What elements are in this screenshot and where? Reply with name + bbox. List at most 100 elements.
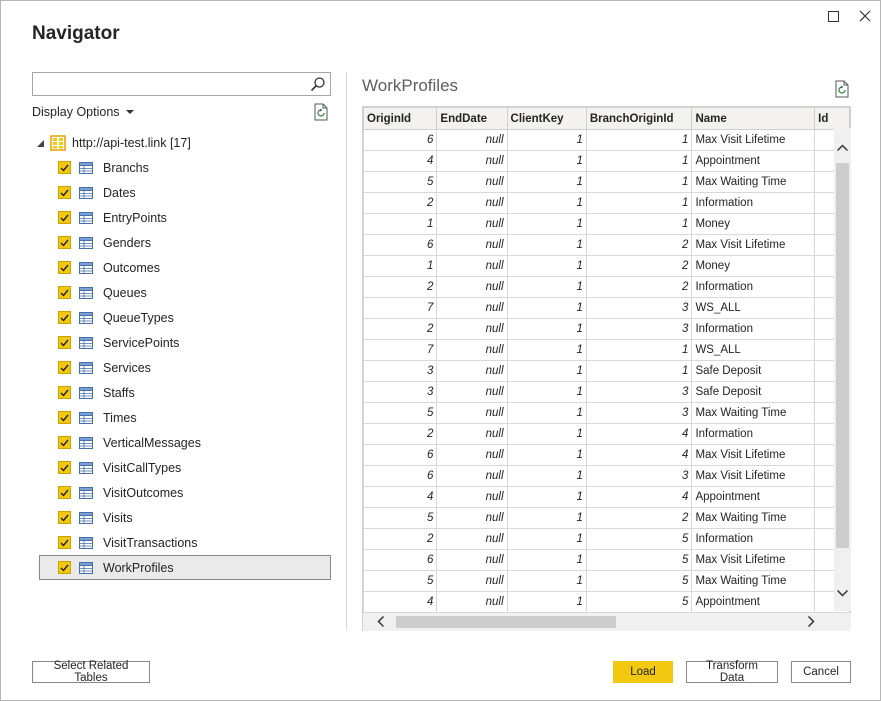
table-row: 3 null 1 1 Safe Deposit	[363, 360, 850, 382]
tree-item[interactable]: VisitCallTypes	[39, 455, 331, 480]
checkbox[interactable]	[58, 286, 71, 299]
select-related-tables-button[interactable]: Select Related Tables	[32, 660, 150, 684]
checkbox[interactable]	[58, 336, 71, 349]
tree-item[interactable]: Times	[39, 405, 331, 430]
maximize-button[interactable]	[822, 5, 844, 27]
table-cell: 1	[585, 192, 693, 214]
table-row: 2 null 1 2 Information	[363, 276, 850, 298]
tree-item[interactable]: QueueTypes	[39, 305, 331, 330]
tree-item[interactable]: Services	[39, 355, 331, 380]
vertical-scroll-thumb[interactable]	[836, 163, 849, 548]
checkmark-icon	[60, 189, 69, 197]
close-button[interactable]	[854, 5, 876, 27]
tree-item[interactable]: VisitOutcomes	[39, 480, 331, 505]
table-cell: 5	[363, 402, 438, 424]
tree-item[interactable]: Staffs	[39, 380, 331, 405]
tree-root-node[interactable]: http://api-test.link [17]	[37, 133, 191, 153]
refresh-icon[interactable]	[313, 103, 329, 124]
tree-item-label: EntryPoints	[103, 210, 167, 225]
transform-data-button[interactable]: Transform Data	[686, 660, 778, 684]
scroll-left-icon[interactable]	[377, 615, 385, 630]
checkbox[interactable]	[58, 361, 71, 374]
tree-item[interactable]: Visits	[39, 505, 331, 530]
scroll-down-icon[interactable]	[836, 586, 849, 600]
tree-item[interactable]: Branchs	[39, 155, 331, 180]
table-row: 2 null 1 4 Information	[363, 423, 850, 445]
tree-item[interactable]: EntryPoints	[39, 205, 331, 230]
refresh-preview-icon[interactable]	[834, 80, 850, 101]
tree-item[interactable]: Outcomes	[39, 255, 331, 280]
checkmark-icon	[60, 564, 69, 572]
checkbox[interactable]	[58, 411, 71, 424]
column-header[interactable]: OriginId	[363, 107, 438, 130]
table-cell: 2	[363, 528, 438, 550]
table-cell: Information	[691, 276, 816, 298]
column-header[interactable]: Name	[691, 107, 816, 130]
table-cell: Appointment	[691, 486, 816, 508]
checkbox[interactable]	[58, 186, 71, 199]
table-cell: null	[436, 402, 508, 424]
table-row: 2 null 1 5 Information	[363, 528, 850, 550]
tree-item[interactable]: VisitTransactions	[39, 530, 331, 555]
tree-item-label: VisitOutcomes	[103, 485, 184, 500]
scroll-up-icon[interactable]	[836, 140, 849, 154]
table-icon	[79, 511, 93, 524]
table-row: 4 null 1 1 Appointment	[363, 150, 850, 172]
column-header[interactable]: BranchOriginId	[585, 107, 693, 130]
table-cell: 5	[585, 549, 693, 571]
table-cell: 3	[585, 402, 693, 424]
collapse-triangle-icon[interactable]	[37, 139, 44, 147]
checkbox[interactable]	[58, 311, 71, 324]
checkmark-icon	[60, 214, 69, 222]
tree-item[interactable]: WorkProfiles	[39, 555, 331, 580]
horizontal-scroll-thumb[interactable]	[396, 616, 616, 628]
table-cell: 1	[506, 360, 587, 382]
table-icon	[79, 486, 93, 499]
checkbox[interactable]	[58, 161, 71, 174]
search-box[interactable]	[32, 72, 331, 96]
checkbox[interactable]	[58, 436, 71, 449]
checkmark-icon	[60, 339, 69, 347]
column-header[interactable]: ClientKey	[506, 107, 587, 130]
checkbox[interactable]	[58, 461, 71, 474]
table-cell: null	[436, 150, 508, 172]
scroll-right-icon[interactable]	[807, 615, 815, 630]
table-cell: 1	[506, 234, 587, 256]
table-icon	[79, 411, 93, 424]
tree-item[interactable]: Genders	[39, 230, 331, 255]
dialog-title: Navigator	[32, 23, 120, 44]
column-header[interactable]: EndDate	[436, 107, 508, 130]
tree-item[interactable]: Dates	[39, 180, 331, 205]
checkbox[interactable]	[58, 511, 71, 524]
table-icon	[79, 461, 93, 474]
table-cell: 6	[363, 444, 438, 466]
table-cell: Money	[691, 255, 816, 277]
horizontal-scrollbar[interactable]	[363, 613, 851, 631]
data-preview-grid[interactable]: OriginId EndDate ClientKey BranchOriginId Na…	[362, 106, 851, 631]
table-row: 4 null 1 4 Appointment	[363, 486, 850, 508]
search-input[interactable]	[33, 73, 303, 95]
table-cell: Information	[691, 528, 816, 550]
tree-item-label: ServicePoints	[103, 335, 180, 350]
checkbox[interactable]	[58, 486, 71, 499]
table-cell: WS_ALL	[691, 339, 816, 361]
tree-item[interactable]: ServicePoints	[39, 330, 331, 355]
display-options-dropdown[interactable]: Display Options	[32, 105, 134, 119]
load-button[interactable]: Load	[613, 661, 673, 683]
checkbox[interactable]	[58, 386, 71, 399]
table-cell: 1	[506, 339, 587, 361]
search-icon[interactable]	[310, 76, 326, 95]
table-cell: null	[436, 465, 508, 487]
vertical-scrollbar[interactable]	[834, 128, 851, 611]
checkbox[interactable]	[58, 211, 71, 224]
checkbox[interactable]	[58, 561, 71, 574]
table-cell: Information	[691, 318, 816, 340]
column-header[interactable]: Id	[814, 107, 850, 130]
cancel-button[interactable]: Cancel	[791, 661, 851, 683]
checkmark-icon	[60, 289, 69, 297]
checkbox[interactable]	[58, 261, 71, 274]
tree-item[interactable]: VerticalMessages	[39, 430, 331, 455]
checkbox[interactable]	[58, 236, 71, 249]
tree-item[interactable]: Queues	[39, 280, 331, 305]
checkbox[interactable]	[58, 536, 71, 549]
